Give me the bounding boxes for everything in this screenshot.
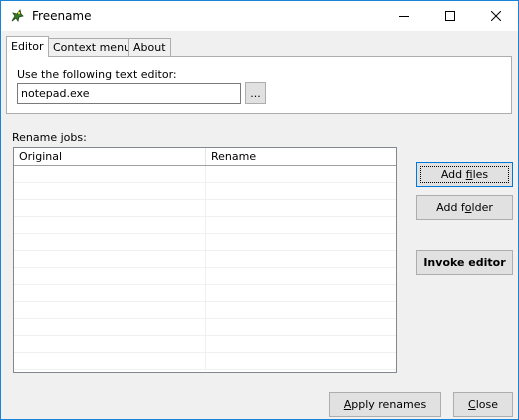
- column-separator: [205, 217, 206, 234]
- close-button[interactable]: Close: [453, 392, 513, 417]
- text-editor-input[interactable]: notepad.exe: [17, 83, 241, 104]
- tab-context-menu-label: Context menu: [53, 41, 132, 54]
- table-row: [14, 217, 396, 234]
- column-separator: [205, 302, 206, 319]
- table-row: [14, 268, 396, 285]
- maximize-button[interactable]: [427, 1, 473, 31]
- tab-about[interactable]: About: [128, 38, 171, 56]
- table-row: [14, 166, 396, 183]
- browse-editor-button[interactable]: ...: [245, 82, 266, 104]
- editor-tab-panel: Use the following text editor: notepad.e…: [6, 56, 512, 114]
- table-row: [14, 302, 396, 319]
- column-separator: [205, 166, 206, 183]
- close-icon: [491, 11, 501, 21]
- table-row: [14, 285, 396, 302]
- column-rename-label: Rename: [211, 150, 257, 163]
- column-separator: [205, 268, 206, 285]
- tab-editor[interactable]: Editor: [6, 36, 49, 57]
- table-row: [14, 234, 396, 251]
- invoke-editor-button[interactable]: Invoke editor: [416, 250, 513, 275]
- table-row: [14, 200, 396, 217]
- column-header-original[interactable]: Original: [14, 148, 206, 165]
- text-editor-value: notepad.exe: [21, 87, 90, 100]
- column-separator: [205, 234, 206, 251]
- close-window-button[interactable]: [473, 1, 519, 31]
- title-bar[interactable]: Freename: [1, 1, 518, 31]
- column-separator: [205, 183, 206, 200]
- window-title: Freename: [32, 9, 92, 23]
- list-header: Original Rename: [14, 148, 396, 166]
- column-separator: [205, 319, 206, 336]
- invoke-editor-label: Invoke editor: [423, 256, 506, 269]
- column-separator: [205, 336, 206, 353]
- minimize-icon: [399, 16, 409, 17]
- column-original-label: Original: [19, 150, 63, 163]
- focus-rectangle: [420, 166, 509, 183]
- editor-label: Use the following text editor:: [17, 68, 177, 81]
- apply-renames-label: Apply renames: [343, 398, 427, 411]
- close-button-label: Close: [468, 398, 498, 411]
- table-row: [14, 353, 396, 370]
- minimize-button[interactable]: [381, 1, 427, 31]
- apply-renames-button[interactable]: Apply renames: [329, 392, 441, 417]
- main-window: Freename Editor Context menu About Use t…: [0, 0, 519, 420]
- rename-jobs-list[interactable]: Original Rename: [13, 147, 397, 373]
- rename-jobs-label: Rename jobs:: [12, 131, 87, 144]
- browse-button-label: ...: [250, 86, 261, 100]
- app-icon: [11, 9, 24, 22]
- add-folder-label: Add folder: [436, 201, 493, 214]
- column-header-rename[interactable]: Rename: [206, 148, 396, 165]
- table-row: [14, 336, 396, 353]
- tab-about-label: About: [133, 41, 166, 54]
- column-separator: [205, 353, 206, 370]
- tab-editor-label: Editor: [11, 40, 44, 53]
- maximize-icon: [445, 11, 455, 21]
- table-row: [14, 183, 396, 200]
- column-separator: [205, 285, 206, 302]
- table-row: [14, 251, 396, 268]
- table-row: [14, 319, 396, 336]
- add-files-button[interactable]: Add files: [416, 162, 513, 187]
- tab-context-menu[interactable]: Context menu: [48, 38, 137, 56]
- column-separator: [205, 200, 206, 217]
- add-folder-button[interactable]: Add folder: [416, 195, 513, 220]
- column-separator: [205, 251, 206, 268]
